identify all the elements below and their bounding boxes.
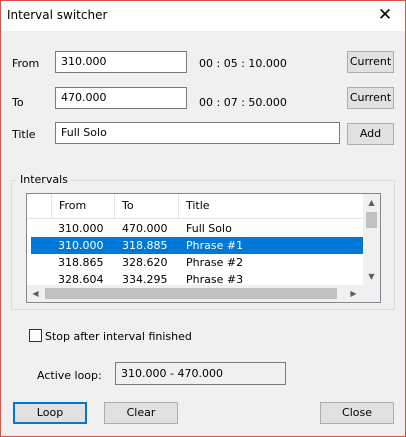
table-row[interactable]: 310.000 470.000 Full Solo [31, 220, 364, 237]
window-title: Interval switcher [7, 8, 108, 22]
chevron-up-icon[interactable]: ▲ [363, 194, 380, 211]
active-loop-value: 310.000 - 470.000 [115, 362, 286, 385]
list-header: From To Title [27, 194, 364, 219]
stop-after-checkbox[interactable] [29, 329, 42, 342]
from-current-button[interactable]: Current [347, 51, 394, 73]
intervals-group-label: Intervals [17, 173, 71, 186]
vertical-scroll-thumb[interactable] [366, 212, 377, 228]
column-header-from[interactable]: From [52, 194, 115, 218]
to-input[interactable]: 470.000 [55, 87, 187, 109]
column-header-to[interactable]: To [115, 194, 179, 218]
clear-button[interactable]: Clear [104, 402, 178, 424]
row-to: 318.885 [122, 239, 168, 252]
intervals-list[interactable]: From To Title 310.000 470.000 Full Solo … [26, 193, 381, 303]
title-label: Title [12, 128, 36, 141]
row-title: Phrase #2 [186, 256, 244, 269]
to-current-button[interactable]: Current [347, 87, 394, 109]
row-from: 310.000 [58, 239, 104, 252]
table-row[interactable]: 318.865 328.620 Phrase #2 [31, 254, 364, 271]
column-header-blank[interactable] [27, 194, 52, 218]
from-label: From [12, 57, 40, 70]
from-time-readout: 00 : 05 : 10.000 [199, 57, 287, 70]
active-loop-label: Active loop: [37, 369, 102, 382]
horizontal-scrollbar[interactable]: ◀ ▶ [27, 285, 380, 302]
chevron-right-icon[interactable]: ▶ [345, 285, 362, 302]
interval-switcher-dialog: Interval switcher ✕ From 310.000 00 : 05… [0, 0, 406, 437]
column-header-title[interactable]: Title [179, 194, 364, 218]
close-button[interactable]: Close [320, 402, 394, 424]
vertical-scrollbar[interactable]: ▲ ▼ [363, 194, 380, 285]
table-row-selected[interactable]: 310.000 318.885 Phrase #1 [31, 237, 364, 254]
row-to: 328.620 [122, 256, 168, 269]
close-icon[interactable]: ✕ [365, 1, 405, 31]
from-input[interactable]: 310.000 [55, 51, 187, 73]
stop-after-label[interactable]: Stop after interval finished [45, 330, 192, 343]
loop-button[interactable]: Loop [13, 402, 87, 424]
row-title: Full Solo [186, 222, 232, 235]
title-bar: Interval switcher ✕ [1, 1, 405, 31]
row-title: Phrase #1 [186, 239, 244, 252]
chevron-left-icon[interactable]: ◀ [27, 285, 44, 302]
to-time-readout: 00 : 07 : 50.000 [199, 96, 287, 109]
chevron-down-icon[interactable]: ▼ [363, 268, 380, 285]
row-from: 318.865 [58, 256, 104, 269]
to-label: To [12, 96, 24, 109]
horizontal-scroll-thumb[interactable] [45, 288, 337, 299]
title-input[interactable]: Full Solo [55, 122, 340, 144]
row-to: 470.000 [122, 222, 168, 235]
add-button[interactable]: Add [347, 123, 394, 145]
row-from: 310.000 [58, 222, 104, 235]
